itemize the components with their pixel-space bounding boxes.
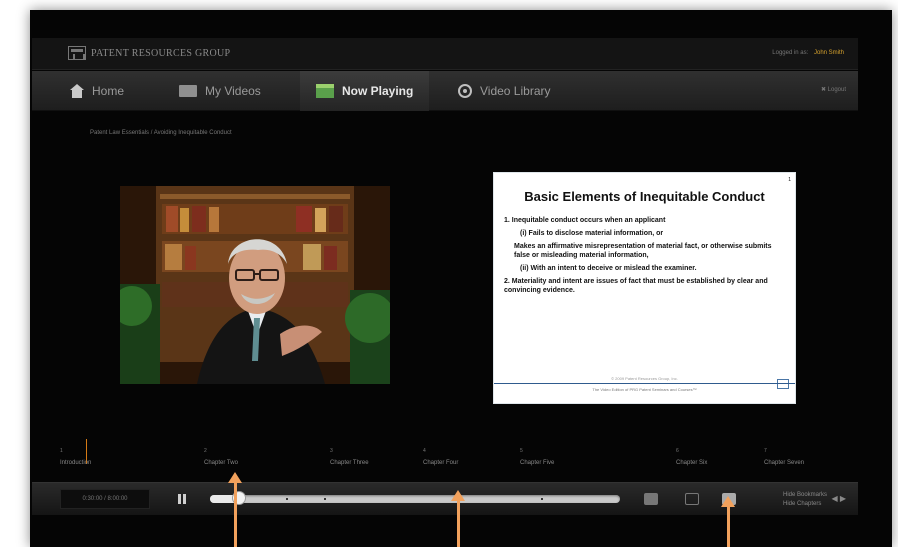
brand-logo: PATENT RESOURCES GROUP (68, 46, 230, 60)
folder-icon (179, 85, 197, 97)
chapter-label: Chapter Three (330, 460, 369, 466)
slide-line-2: (i) Fails to disclose material informati… (520, 230, 664, 237)
hide-chapters-link[interactable]: Hide Chapters (783, 500, 827, 509)
nav-now-playing[interactable]: Now Playing (300, 71, 430, 111)
chapter-item-1[interactable]: 1 Introduction (60, 448, 91, 466)
chapter-label: Chapter Seven (764, 460, 805, 466)
nav-video-library[interactable]: Video Library (458, 71, 551, 111)
fullscreen-icon[interactable] (685, 493, 699, 505)
chapter-number: 7 (764, 448, 767, 454)
chapter-item-6[interactable]: 6 Chapter Six (676, 448, 707, 466)
callout-arrow-chapter-label (228, 472, 242, 547)
video-frame (120, 186, 390, 384)
timecode-display: 0:30:00 / 8:00:00 (60, 489, 150, 509)
nav-video-library-label: Video Library (480, 84, 551, 98)
chapter-item-2[interactable]: 2 Chapter Two (204, 448, 238, 466)
slide-line-3: Makes an affirmative misrepresentation o… (514, 243, 772, 259)
main-nav: Home My Videos Now Playing Video Library… (32, 71, 858, 111)
chapter-number: 2 (204, 448, 207, 454)
video-player[interactable] (120, 186, 390, 384)
clapperboard-icon (316, 84, 334, 98)
hide-bookmarks-link[interactable]: Hide Bookmarks (783, 491, 827, 500)
nav-my-videos[interactable]: My Videos (179, 71, 261, 111)
chapter-label: Chapter Five (520, 460, 555, 466)
brand-name: PATENT RESOURCES GROUP (91, 47, 231, 59)
slide-copyright: © 2009 Patent Resources Group, Inc. (611, 376, 678, 381)
chapter-number: 6 (676, 448, 679, 454)
callout-arrow-bookmark (451, 490, 465, 547)
download-icon[interactable] (644, 493, 658, 505)
callout-arrow-slide-toggle (721, 496, 735, 547)
login-label: Logged in as: (772, 50, 809, 56)
login-status: Logged in as: John Smith (772, 50, 844, 56)
top-header: PATENT RESOURCES GROUP Logged in as: Joh… (32, 38, 858, 70)
chapter-item-7[interactable]: 7 Chapter Seven (764, 448, 804, 466)
slide-line-1: 1. Inequitable conduct occurs when an ap… (504, 217, 666, 224)
logout-link[interactable]: ✖ Logout (821, 86, 846, 93)
chapter-item-3[interactable]: 3 Chapter Three (330, 448, 369, 466)
slide-number: 1 (788, 177, 791, 183)
slide-line-4: (ii) With an intent to deceive or mislea… (520, 265, 697, 272)
chapter-label: Introduction (60, 460, 92, 466)
pause-button[interactable] (177, 494, 187, 504)
nav-now-playing-label: Now Playing (342, 84, 414, 98)
nav-home[interactable]: Home (70, 71, 124, 111)
bookmark-tick[interactable] (324, 498, 326, 500)
chapter-number: 3 (330, 448, 333, 454)
chapter-label: Chapter Two (204, 460, 238, 466)
chapter-list: 1 Introduction 2 Chapter Two 3 Chapter T… (60, 448, 850, 472)
chapter-number: 1 (60, 448, 63, 454)
chapter-number: 5 (520, 448, 523, 454)
breadcrumb[interactable]: Patent Law Essentials / Avoiding Inequit… (90, 130, 232, 136)
slide-title: Basic Elements of Inequitable Conduct (524, 189, 765, 204)
slide-footer: The Video Edition of PRG Patent Seminars… (494, 383, 795, 395)
user-name[interactable]: John Smith (814, 50, 844, 56)
slide-line-5: 2. Materiality and intent are issues of … (504, 278, 768, 294)
logout-label: Logout (827, 87, 846, 93)
chapter-item-4[interactable]: 4 Chapter Four (423, 448, 458, 466)
nav-home-label: Home (92, 84, 125, 98)
nav-my-videos-label: My Videos (205, 84, 261, 98)
presentation-slide: 1 Basic Elements of Inequitable Conduct … (493, 172, 796, 404)
home-icon (70, 84, 84, 98)
chapter-item-5[interactable]: 5 Chapter Five (520, 448, 554, 466)
building-icon (68, 46, 86, 60)
chapter-label: Chapter Six (676, 460, 708, 466)
film-reel-icon (458, 84, 472, 98)
bookmark-tick[interactable] (541, 498, 543, 500)
view-toggle-links: Hide Bookmarks Hide Chapters (783, 491, 827, 509)
chapter-label: Chapter Four (423, 460, 459, 466)
bookmark-tick[interactable] (286, 498, 288, 500)
progress-bar[interactable] (210, 491, 620, 505)
chapter-number: 4 (423, 448, 426, 454)
chapter-nav-arrows[interactable]: ◀ ▶ (831, 494, 846, 503)
